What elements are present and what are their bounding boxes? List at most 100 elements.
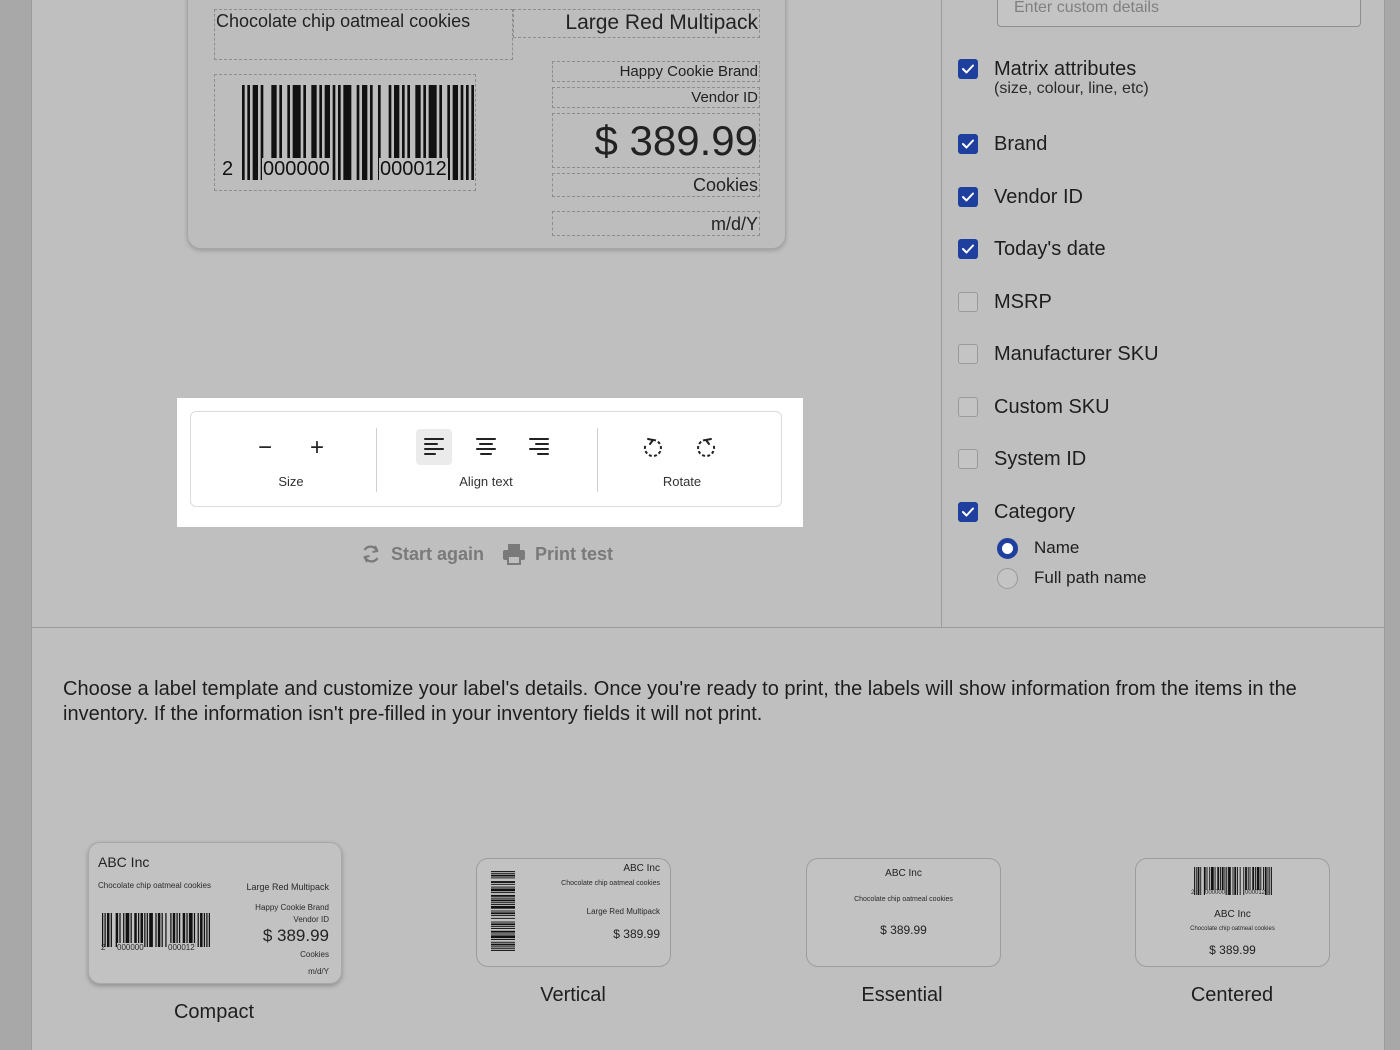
option-sublabel: (size, colour, line, etc) [994, 80, 1149, 97]
checkbox-checked-icon[interactable] [958, 239, 978, 259]
tpl-brand: Happy Cookie Brand [255, 903, 329, 912]
template-barcode-vertical [491, 871, 515, 951]
tpl-price: $ 389.99 [262, 926, 329, 945]
template-compact-name[interactable]: Compact [134, 1001, 294, 1024]
option-brand[interactable]: Brand [958, 133, 1047, 163]
increase-size-button[interactable]: + [299, 430, 335, 466]
category-name-radio[interactable]: Name [997, 537, 1079, 559]
label-preview: Chocolate chip oatmeal cookies Large Red… [187, 0, 786, 249]
checkbox-checked-icon[interactable] [958, 134, 978, 154]
tpl-description: Chocolate chip oatmeal cookies [1190, 926, 1275, 932]
section-divider [31, 627, 1385, 628]
rotate-counterclockwise-icon [643, 438, 662, 457]
tpl-company: ABC Inc [623, 863, 660, 874]
start-again-label: Start again [391, 543, 485, 564]
barcode-right-digits: 000012 [379, 158, 448, 181]
template-essential-card[interactable]: ABC Inc Chocolate chip oatmeal cookies $… [806, 858, 1001, 967]
label-variant-field[interactable]: Large Red Multipack [513, 9, 760, 38]
start-again-button[interactable]: Start again [360, 541, 484, 567]
option-label: Matrix attributes (size, colour, line, et… [994, 58, 1149, 98]
option-label: Manufacturer SKU [994, 343, 1159, 365]
tpl-price: $ 389.99 [880, 923, 927, 937]
option-custom-sku[interactable]: Custom SKU [958, 396, 1110, 426]
option-label-text: Manufacturer SKU [994, 343, 1159, 365]
printer-icon [503, 544, 525, 565]
option-category[interactable]: Category [958, 501, 1075, 531]
align-right-icon [529, 438, 549, 455]
option-label: Category [994, 501, 1075, 523]
tpl-company: ABC Inc [1214, 909, 1251, 920]
label-brand-field[interactable]: Happy Cookie Brand [552, 61, 760, 82]
formatting-toolbar-highlight: − + Size Align text Rotate [177, 398, 803, 527]
option-label-text: Vendor ID [994, 186, 1083, 208]
size-caption: Size [278, 474, 304, 489]
option-manufacturer-sku[interactable]: Manufacturer SKU [958, 343, 1159, 373]
option-label: Today's date [994, 238, 1106, 260]
refresh-icon [363, 545, 379, 563]
option-label-text: MSRP [994, 291, 1052, 313]
tpl-barcode-left: 000000 [117, 943, 144, 952]
radio-unselected-icon [997, 567, 1018, 589]
tpl-description: Chocolate chip oatmeal cookies [98, 881, 211, 890]
option-msrp[interactable]: MSRP [958, 291, 1052, 321]
checkbox-checked-icon[interactable] [958, 59, 978, 79]
rotate-right-button[interactable] [688, 430, 724, 466]
radio-selected-icon [997, 537, 1018, 559]
option-today-s-date[interactable]: Today's date [958, 238, 1106, 268]
sidebar-divider [941, 0, 942, 627]
align-center-button[interactable] [468, 429, 504, 465]
option-label-text: Custom SKU [994, 396, 1110, 418]
label-vendor-id-field[interactable]: Vendor ID [552, 87, 760, 108]
option-label-text: Brand [994, 133, 1048, 155]
align-left-button[interactable] [416, 429, 452, 465]
label-price-field[interactable]: $ 389.99 [552, 113, 760, 168]
checkbox-unchecked-icon[interactable] [958, 449, 978, 469]
rotate-left-button[interactable] [635, 430, 671, 466]
checkbox-unchecked-icon[interactable] [958, 292, 978, 312]
checkbox-unchecked-icon[interactable] [958, 397, 978, 417]
tpl-company: ABC Inc [885, 868, 922, 879]
formatting-toolbar: − + Size Align text Rotate [190, 411, 782, 507]
option-vendor-id[interactable]: Vendor ID [958, 186, 1083, 216]
template-vertical-name[interactable]: Vertical [493, 984, 653, 1007]
radio-label: Full path name [1034, 568, 1147, 587]
option-label-text: Today's date [994, 238, 1106, 260]
print-test-label: Print test [535, 543, 614, 564]
label-barcode-field[interactable]: 2 000000 000012 [214, 74, 476, 191]
tpl-price: $ 389.99 [613, 927, 660, 941]
tpl-description: Chocolate chip oatmeal cookies [854, 896, 953, 903]
option-label: Brand [994, 133, 1047, 155]
tpl-company: ABC Inc [98, 854, 150, 870]
tpl-barcode-prefix: 2 [1191, 890, 1195, 896]
label-date-field[interactable]: m/d/Y [552, 211, 760, 236]
tpl-barcode-prefix: 2 [101, 943, 106, 952]
tpl-variant: Large Red Multipack [586, 907, 660, 916]
toolbar-separator [376, 428, 377, 492]
template-essential-name[interactable]: Essential [822, 984, 982, 1007]
template-centered-name[interactable]: Centered [1152, 984, 1312, 1007]
rotate-clockwise-icon [697, 438, 716, 457]
print-test-button[interactable]: Print test [502, 541, 613, 567]
label-category-field[interactable]: Cookies [552, 173, 760, 197]
radio-label: Name [1034, 538, 1080, 557]
template-centered-card[interactable]: 2 000000 000012 ABC Inc Chocolate chip o… [1135, 858, 1330, 967]
template-vertical-card[interactable]: ABC Inc Chocolate chip oatmeal cookies L… [476, 858, 671, 967]
decrease-size-button[interactable]: − [247, 430, 283, 466]
checkbox-checked-icon[interactable] [958, 187, 978, 207]
option-system-id[interactable]: System ID [958, 448, 1086, 478]
label-description-field[interactable]: Chocolate chip oatmeal cookies [214, 9, 513, 60]
tpl-description: Chocolate chip oatmeal cookies [561, 880, 660, 887]
custom-details-input[interactable] [997, 0, 1361, 27]
option-label: System ID [994, 448, 1086, 470]
option-matrix-attributes[interactable]: Matrix attributes (size, colour, line, et… [958, 58, 1149, 97]
align-left-icon [424, 438, 444, 455]
align-right-button[interactable] [521, 429, 557, 465]
tpl-date: m/d/Y [308, 967, 329, 976]
tpl-category: Cookies [300, 950, 329, 959]
category-full-path-radio[interactable]: Full path name [997, 567, 1146, 589]
tpl-barcode-right: 000012 [168, 943, 195, 952]
checkbox-checked-icon[interactable] [958, 502, 978, 522]
option-label: Vendor ID [994, 186, 1083, 208]
checkbox-unchecked-icon[interactable] [958, 344, 978, 364]
template-compact-card[interactable]: ABC Inc Chocolate chip oatmeal cookies L… [88, 842, 342, 984]
